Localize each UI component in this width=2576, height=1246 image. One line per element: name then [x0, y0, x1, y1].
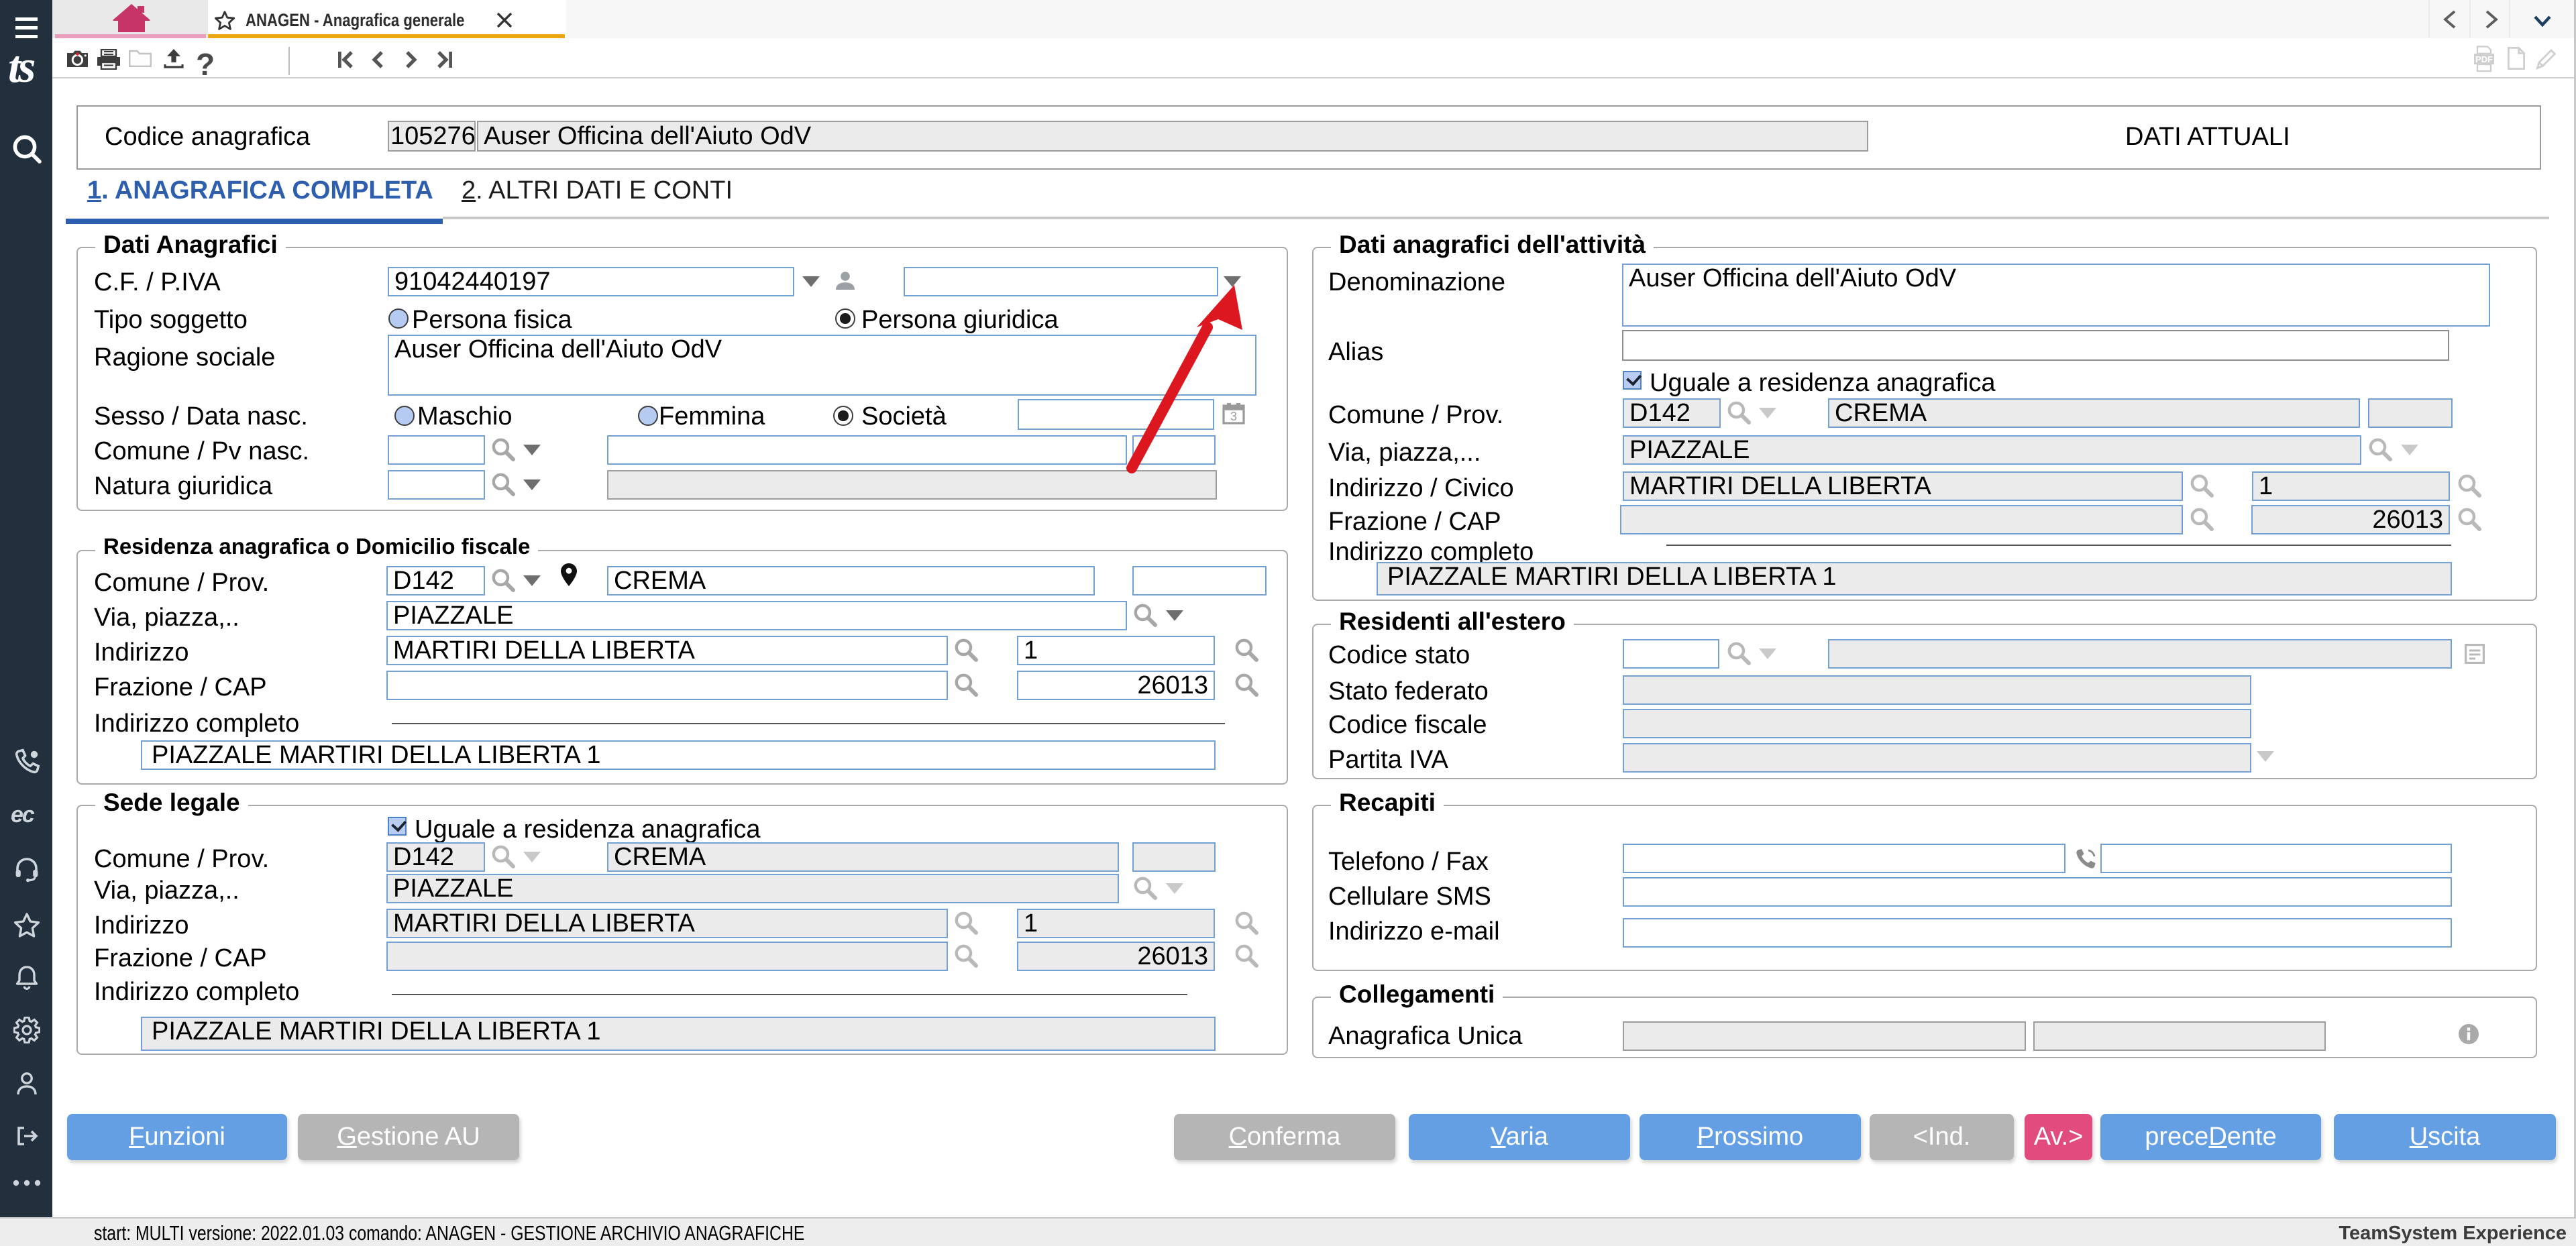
svg-text:PDF: PDF [2475, 54, 2493, 64]
